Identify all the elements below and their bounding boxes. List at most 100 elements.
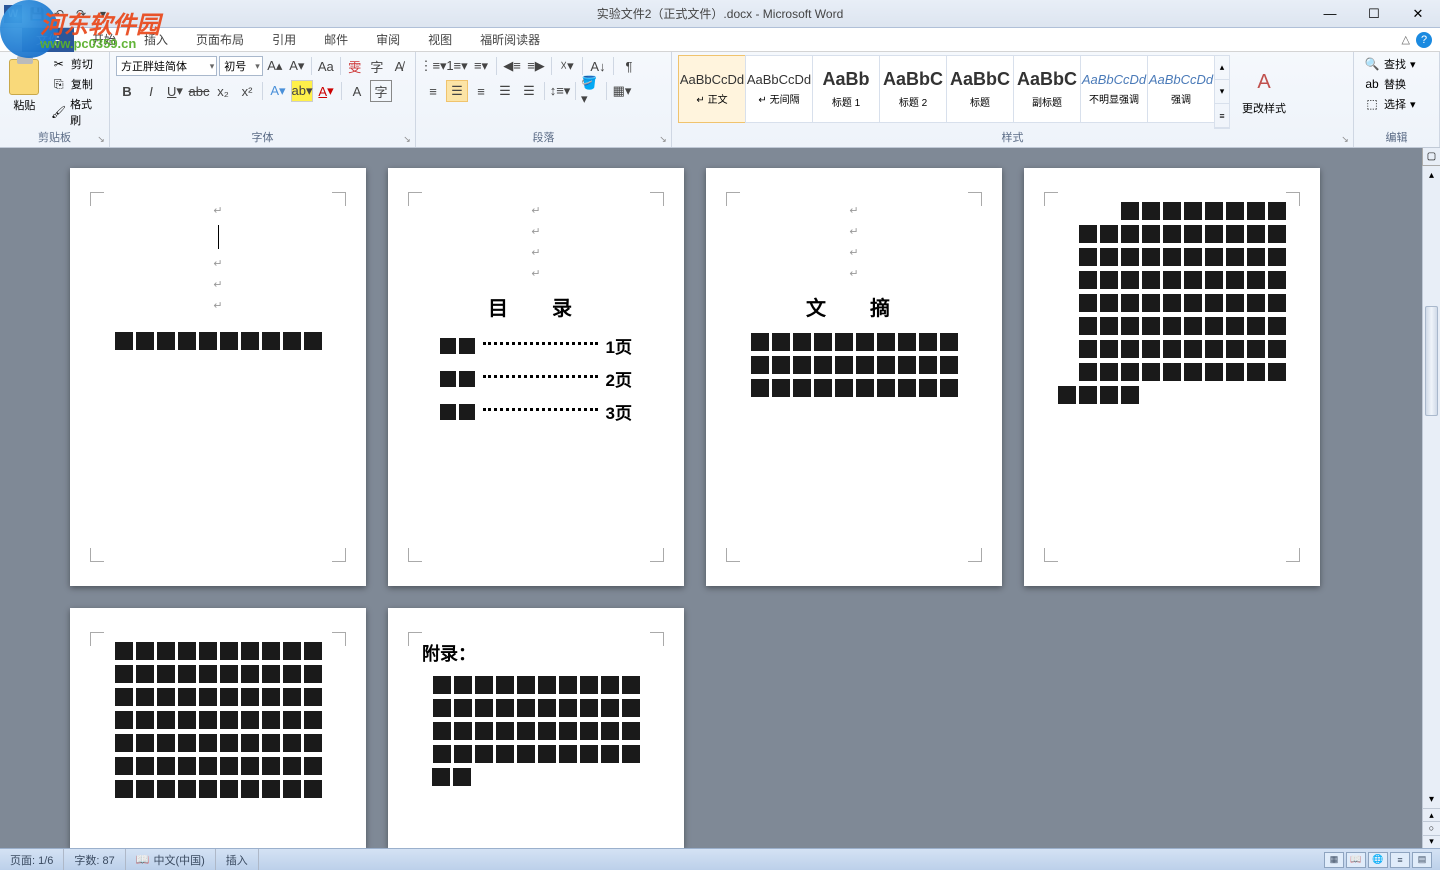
status-page[interactable]: 页面: 1/6 <box>0 849 64 870</box>
underline-button[interactable]: U▾ <box>164 80 186 102</box>
find-button[interactable]: 🔍查找▾ <box>1360 55 1433 73</box>
shading-button[interactable]: 🪣▾ <box>580 80 602 102</box>
char-border-button[interactable]: 字 <box>370 80 392 102</box>
ruler-toggle[interactable]: ▢ <box>1422 148 1440 166</box>
font-size-combo[interactable]: 初号 <box>219 56 262 76</box>
browse-object-nav[interactable]: ▴○▾ <box>1422 808 1440 848</box>
superscript-button[interactable]: x² <box>236 80 258 102</box>
style-title[interactable]: AaBbC标题 <box>946 55 1014 123</box>
clear-format-button[interactable]: A̸ <box>389 55 409 77</box>
status-words[interactable]: 字数: 87 <box>64 849 125 870</box>
vertical-scrollbar[interactable]: ▴ ▾ <box>1422 166 1440 808</box>
pinyin-button[interactable]: 雯 <box>345 55 365 77</box>
status-mode[interactable]: 插入 <box>216 849 259 870</box>
select-button[interactable]: ⬚选择▾ <box>1360 95 1433 113</box>
styles-gallery[interactable]: AaBbCcDd↵ 正文 AaBbCcDd↵ 无间隔 AaBb标题 1 AaBb… <box>678 55 1230 129</box>
view-web[interactable]: 🌐 <box>1368 852 1388 868</box>
asian-layout-button[interactable]: ☓▾ <box>556 55 578 77</box>
minimize-ribbon-icon[interactable]: △ <box>1402 33 1410 46</box>
shrink-font-button[interactable]: A▾ <box>287 55 307 77</box>
page-5[interactable] <box>70 608 366 848</box>
dialog-launcher-icon[interactable]: ↘ <box>1339 133 1351 145</box>
minimize-button[interactable]: — <box>1308 0 1352 28</box>
align-left-button[interactable]: ≡ <box>422 80 444 102</box>
tab-references[interactable]: 引用 <box>258 28 310 52</box>
replace-button[interactable]: ab替换 <box>1360 75 1433 93</box>
toc-entry: 1页 <box>440 333 632 358</box>
style-emphasis[interactable]: AaBbCcDd强调 <box>1147 55 1215 123</box>
numbering-button[interactable]: 1≡▾ <box>446 55 468 77</box>
tab-view[interactable]: 视图 <box>414 28 466 52</box>
scroll-down-icon[interactable]: ▾ <box>1423 790 1440 808</box>
status-lang[interactable]: 📖中文(中国) <box>126 849 216 870</box>
page-2[interactable]: ↵↵↵↵ 目 录 1页 2页 3页 <box>388 168 684 586</box>
brush-icon: 🖌 <box>51 104 66 120</box>
text-effects-button[interactable]: A▾ <box>267 80 289 102</box>
tab-layout[interactable]: 页面布局 <box>182 28 258 52</box>
maximize-button[interactable]: ☐ <box>1352 0 1396 28</box>
abstract-title: 文 摘 <box>728 292 980 321</box>
tab-mail[interactable]: 邮件 <box>310 28 362 52</box>
window-title: 实验文件2（正式文件）.docx - Microsoft Word <box>597 5 843 22</box>
bold-button[interactable]: B <box>116 80 138 102</box>
sort-button[interactable]: A↓ <box>587 55 609 77</box>
watermark-logo: 河东软件园 www.pc0359.cn <box>0 0 58 58</box>
dialog-launcher-icon[interactable]: ↘ <box>95 133 107 145</box>
indent-button[interactable]: ≡▶ <box>525 55 547 77</box>
grow-font-button[interactable]: A▴ <box>265 55 285 77</box>
styles-scroll[interactable]: ▴▾≡ <box>1214 55 1230 129</box>
dialog-launcher-icon[interactable]: ↘ <box>401 133 413 145</box>
borders-button[interactable]: ▦▾ <box>611 80 633 102</box>
change-styles-button[interactable]: A 更改样式 <box>1240 55 1288 129</box>
copy-button[interactable]: ⎘复制 <box>47 75 103 93</box>
paste-button[interactable]: 粘贴 <box>6 55 43 129</box>
ribbon-tabs: 文件 开始 插入 页面布局 引用 邮件 审阅 视图 福昕阅读器 △ ? <box>0 28 1440 52</box>
show-marks-button[interactable]: ¶ <box>618 55 640 77</box>
align-right-button[interactable]: ≡ <box>470 80 492 102</box>
paste-label: 粘贴 <box>13 97 35 113</box>
multilevel-button[interactable]: ≡▾ <box>470 55 492 77</box>
font-name-combo[interactable]: 方正胖娃简体 <box>116 56 217 76</box>
style-heading1[interactable]: AaBb标题 1 <box>812 55 880 123</box>
style-nospacing[interactable]: AaBbCcDd↵ 无间隔 <box>745 55 813 123</box>
view-reading[interactable]: 📖 <box>1346 852 1366 868</box>
distribute-button[interactable]: ☰ <box>518 80 540 102</box>
line-spacing-button[interactable]: ↕≡▾ <box>549 80 571 102</box>
dialog-launcher-icon[interactable]: ↘ <box>657 133 669 145</box>
book-icon: 📖 <box>136 853 150 866</box>
style-normal[interactable]: AaBbCcDd↵ 正文 <box>678 55 746 123</box>
help-icon[interactable]: ? <box>1416 32 1432 48</box>
enclose-button[interactable]: 字 <box>367 55 387 77</box>
close-button[interactable]: ✕ <box>1396 0 1440 28</box>
select-icon: ⬚ <box>1364 96 1380 112</box>
font-color-button[interactable]: A▾ <box>315 80 337 102</box>
view-draft[interactable]: ▤ <box>1412 852 1432 868</box>
outdent-button[interactable]: ◀≡ <box>501 55 523 77</box>
page-3[interactable]: ↵↵↵↵ 文 摘 <box>706 168 1002 586</box>
page-6[interactable]: 附录： <box>388 608 684 848</box>
italic-button[interactable]: I <box>140 80 162 102</box>
change-case-button[interactable]: Aa <box>316 55 336 77</box>
highlight-button[interactable]: ab▾ <box>291 80 313 102</box>
tab-foxit[interactable]: 福昕阅读器 <box>466 28 554 52</box>
scroll-up-icon[interactable]: ▴ <box>1423 166 1440 184</box>
toc-entry: 3页 <box>440 399 632 424</box>
page-1[interactable]: ↵ ↵ ↵ ↵ <box>70 168 366 586</box>
view-outline[interactable]: ≡ <box>1390 852 1410 868</box>
group-styles: AaBbCcDd↵ 正文 AaBbCcDd↵ 无间隔 AaBb标题 1 AaBb… <box>672 52 1354 147</box>
align-center-button[interactable]: ☰ <box>446 80 468 102</box>
scroll-thumb[interactable] <box>1425 306 1438 416</box>
style-heading2[interactable]: AaBbC标题 2 <box>879 55 947 123</box>
format-painter-button[interactable]: 🖌格式刷 <box>47 95 103 129</box>
bullets-button[interactable]: ⋮≡▾ <box>422 55 444 77</box>
justify-button[interactable]: ☰ <box>494 80 516 102</box>
text-cursor <box>218 225 219 249</box>
subscript-button[interactable]: x₂ <box>212 80 234 102</box>
page-4[interactable] <box>1024 168 1320 586</box>
view-print-layout[interactable]: ▦ <box>1324 852 1344 868</box>
strike-button[interactable]: abc <box>188 80 210 102</box>
style-subtle-em[interactable]: AaBbCcDd不明显强调 <box>1080 55 1148 123</box>
style-subtitle[interactable]: AaBbC副标题 <box>1013 55 1081 123</box>
tab-review[interactable]: 审阅 <box>362 28 414 52</box>
char-shading-button[interactable]: A <box>346 80 368 102</box>
